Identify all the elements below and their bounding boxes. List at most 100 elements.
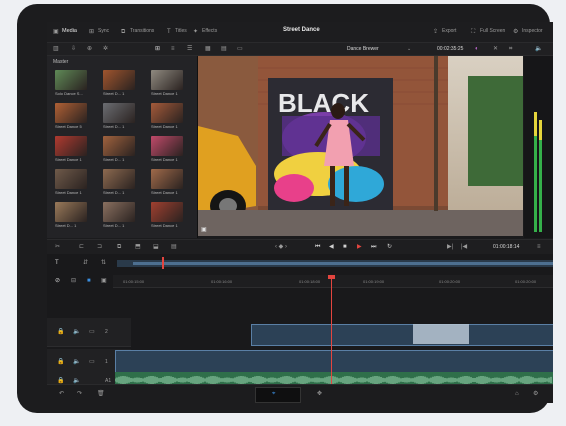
- media-clip-thumbnail[interactable]: [103, 169, 135, 189]
- add-bin-icon[interactable]: ⊕: [87, 45, 92, 53]
- media-clip-thumbnail[interactable]: [151, 103, 183, 123]
- home-icon[interactable]: ⌂: [515, 390, 519, 398]
- insert-clip-icon[interactable]: ⧉: [117, 243, 121, 251]
- ruler-tick-5: 01:00:20:00: [515, 279, 537, 284]
- effects-icon: ✦: [193, 29, 199, 35]
- skip-start-icon[interactable]: ⏮: [315, 243, 320, 251]
- selection-tool-icon[interactable]: ⇅: [101, 259, 106, 267]
- secondary-toolbar: ▥ ⇩ ⊕ ✲ ⊞ ≡ ☰ ▦ ▤ ▭ Dance Brewer ⌄ 00:02…: [47, 43, 553, 56]
- jog-control-icon[interactable]: ‹ ◆ ›: [275, 243, 287, 251]
- import-media-icon[interactable]: ⇩: [71, 45, 76, 53]
- delete-icon[interactable]: 🗑: [97, 390, 105, 398]
- media-clip-thumbnail[interactable]: [55, 103, 87, 123]
- track-header-v2: 🔒 🔈 ▭ 2: [47, 318, 131, 347]
- media-clip-label: Street D... 1: [103, 91, 125, 96]
- audio-meters: [524, 56, 553, 238]
- video-track-icon[interactable]: ▭: [89, 358, 95, 366]
- media-clip-thumbnail[interactable]: [55, 70, 87, 90]
- media-clip-label: Street Dance 1: [151, 190, 178, 195]
- transport-timecode: 01:00:18:14: [493, 244, 520, 250]
- transition-block[interactable]: [413, 324, 469, 344]
- crop-icon[interactable]: ⌗: [509, 45, 512, 53]
- cut-tool-icon[interactable]: ✂: [55, 243, 60, 251]
- media-clip-thumbnail[interactable]: [151, 136, 183, 156]
- media-icon: ▣: [53, 29, 59, 35]
- media-clip-thumbnail[interactable]: [151, 70, 183, 90]
- media-clip-thumbnail[interactable]: [55, 169, 87, 189]
- media-clip-thumbnail[interactable]: [103, 103, 135, 123]
- tab-titles-label: Titles: [175, 28, 187, 34]
- media-clip-thumbnail[interactable]: [103, 70, 135, 90]
- stop-icon[interactable]: ■: [343, 243, 347, 251]
- media-clip-thumbnail[interactable]: [55, 136, 87, 156]
- bin-name: Master: [53, 59, 69, 65]
- speaker-icon[interactable]: 🔈: [73, 328, 80, 336]
- media-clip-label: Street Dance 5: [55, 124, 82, 129]
- export-icon: ⇪: [433, 29, 439, 35]
- scope-icon[interactable]: ✥: [317, 390, 322, 398]
- playhead-handle[interactable]: [328, 275, 335, 279]
- tab-transitions-label: Transitions: [130, 28, 155, 34]
- timeline-zoom-control[interactable]: ⌖: [255, 387, 301, 403]
- reverse-play-icon[interactable]: ◀: [329, 243, 334, 251]
- link-icon[interactable]: ⊘: [55, 277, 60, 285]
- timeline-playhead[interactable]: [331, 275, 332, 388]
- list-view-icon[interactable]: ☰: [187, 45, 192, 53]
- media-clip-label: Street D... 1: [103, 223, 125, 228]
- fullscreen-icon: ⛶: [471, 29, 476, 35]
- trim-in-icon[interactable]: ⊏: [79, 243, 84, 251]
- media-clip-thumbnail[interactable]: [151, 202, 183, 222]
- viewer-layout-icon[interactable]: ▤: [221, 45, 227, 53]
- audio-level-icon[interactable]: 🔈: [535, 45, 542, 53]
- viewer-corner-icon[interactable]: ▣: [201, 226, 207, 234]
- media-clip-thumbnail[interactable]: [103, 202, 135, 222]
- video-clip-v1[interactable]: [115, 350, 553, 374]
- overview-playhead[interactable]: [162, 257, 164, 269]
- media-clip-label: Street Dance 1: [151, 91, 178, 96]
- loop-icon[interactable]: ↻: [387, 243, 392, 251]
- meter-right: [539, 120, 542, 232]
- color-swatch-icon[interactable]: ◐: [475, 45, 479, 53]
- trim-tool-icon[interactable]: ⇵: [83, 259, 88, 267]
- meter-left: [534, 112, 537, 232]
- place-on-top-icon[interactable]: ▤: [171, 243, 177, 251]
- lock-icon[interactable]: 🔒: [57, 328, 64, 336]
- sidebar-toggle-icon[interactable]: ▥: [53, 45, 59, 53]
- monitor-icon[interactable]: ▭: [237, 45, 243, 53]
- smart-bin-icon[interactable]: ✲: [103, 45, 108, 53]
- media-clip-thumbnail[interactable]: [55, 202, 87, 222]
- undo-icon[interactable]: ↶: [59, 390, 64, 398]
- play-icon[interactable]: ▶: [357, 243, 362, 251]
- mark-out-icon[interactable]: |◀: [461, 243, 467, 251]
- mark-in-icon[interactable]: ▶|: [447, 243, 453, 251]
- transform-icon[interactable]: ✕: [493, 45, 498, 53]
- speaker-icon[interactable]: 🔈: [73, 358, 80, 366]
- grid-view-icon[interactable]: ⊞: [155, 45, 160, 53]
- transitions-icon: ⧉: [121, 29, 126, 35]
- overwrite-clip-icon[interactable]: ⬒: [135, 243, 141, 251]
- redo-icon[interactable]: ↷: [77, 390, 82, 398]
- lock-icon[interactable]: 🔒: [57, 358, 64, 366]
- fullscreen-label: Full Screen: [480, 28, 506, 34]
- menu-icon[interactable]: ≡: [537, 243, 541, 251]
- viewer-timecode: 00:02:35:25: [437, 46, 464, 52]
- viewer-options-icon[interactable]: ▦: [205, 45, 211, 53]
- media-clip-thumbnail[interactable]: [151, 169, 183, 189]
- track-number: 1: [105, 359, 108, 365]
- media-clip-label: Street D... 1: [55, 223, 77, 228]
- media-clip-label: Street Dance 1: [151, 124, 178, 129]
- video-track-icon[interactable]: ▭: [89, 328, 95, 336]
- bottom-toolbar: ↶ ↷ 🗑 ⌖ ✥ ⌂ ⚙: [47, 384, 553, 403]
- sort-icon[interactable]: ≡: [171, 45, 175, 53]
- video-clip-v2[interactable]: [251, 324, 553, 346]
- chevron-down-icon[interactable]: ⌄: [407, 45, 411, 53]
- media-clip-thumbnail[interactable]: [103, 136, 135, 156]
- video-only-icon[interactable]: ▣: [101, 277, 107, 285]
- text-tool-icon[interactable]: T: [55, 259, 59, 267]
- append-clip-icon[interactable]: ⬓: [153, 243, 159, 251]
- snap-icon[interactable]: ⊟: [71, 277, 76, 285]
- skip-end-icon[interactable]: ⏭: [371, 243, 376, 251]
- track-color-icon[interactable]: ■: [87, 277, 91, 285]
- trim-out-icon[interactable]: ⊐: [97, 243, 102, 251]
- settings-gear-icon[interactable]: ⚙: [533, 390, 538, 398]
